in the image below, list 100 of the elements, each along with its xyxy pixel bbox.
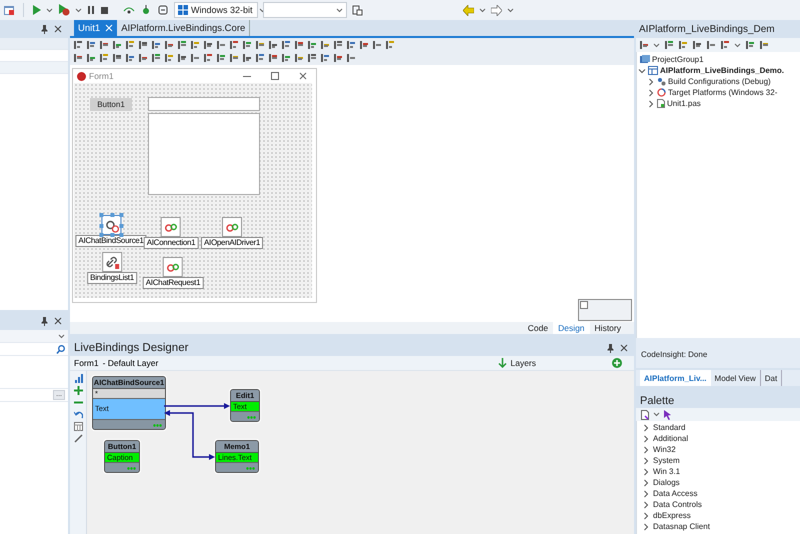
expand-chevron-icon[interactable] bbox=[642, 500, 650, 508]
view-tab[interactable]: Design bbox=[553, 322, 590, 334]
memo-field[interactable] bbox=[148, 113, 260, 195]
panel-tab[interactable]: Dat bbox=[760, 370, 782, 386]
tree-item[interactable]: ProjectGroup1 bbox=[637, 54, 800, 65]
edit-field[interactable] bbox=[148, 97, 260, 111]
caret-icon[interactable] bbox=[46, 8, 53, 12]
component-icon[interactable] bbox=[101, 215, 121, 235]
alignment-icon[interactable] bbox=[255, 40, 265, 50]
step-over-icon[interactable] bbox=[123, 5, 135, 15]
panel-tab[interactable]: AIPlatform_Liv... bbox=[640, 370, 711, 386]
tool-icon[interactable] bbox=[138, 53, 148, 63]
run-icon[interactable] bbox=[32, 5, 41, 15]
tool-icon[interactable] bbox=[177, 53, 187, 63]
search-icon[interactable] bbox=[56, 344, 65, 354]
form-button[interactable]: Button1 bbox=[90, 98, 132, 111]
alignment-icon[interactable] bbox=[190, 40, 200, 50]
alignment-icon[interactable] bbox=[216, 40, 226, 50]
pin-icon[interactable] bbox=[607, 344, 614, 352]
alignment-icon[interactable] bbox=[138, 40, 148, 50]
editor-tab[interactable]: AIPlatform.LiveBindings.Core bbox=[117, 20, 250, 36]
palette-category[interactable]: Datasnap Client bbox=[642, 521, 800, 532]
new-item-icon[interactable] bbox=[640, 410, 650, 420]
tool-icon[interactable] bbox=[99, 53, 109, 63]
expand-chevron-icon[interactable] bbox=[642, 434, 650, 442]
tool-icon[interactable] bbox=[229, 53, 239, 63]
alignment-icon[interactable] bbox=[151, 40, 161, 50]
tool-icon[interactable] bbox=[255, 53, 265, 63]
caret-icon[interactable] bbox=[336, 8, 343, 12]
pause-icon[interactable] bbox=[87, 5, 95, 15]
tool-icon[interactable] bbox=[346, 53, 356, 63]
tool-icon[interactable] bbox=[164, 53, 174, 63]
project-tool-icon[interactable] bbox=[706, 40, 716, 50]
tool-icon[interactable] bbox=[294, 53, 304, 63]
alignment-icon[interactable] bbox=[372, 40, 382, 50]
alignment-icon[interactable] bbox=[242, 40, 252, 50]
expand-chevron-icon[interactable] bbox=[642, 478, 650, 486]
run-with-debug-icon[interactable] bbox=[58, 4, 70, 16]
tool-icon[interactable] bbox=[268, 53, 278, 63]
palette-category[interactable]: Standard bbox=[642, 422, 800, 433]
palette-category[interactable]: Dialogs bbox=[642, 477, 800, 488]
caret-icon[interactable] bbox=[653, 412, 660, 417]
palette-category[interactable]: System bbox=[642, 455, 800, 466]
alignment-icon[interactable] bbox=[385, 40, 395, 50]
expand-chevron-icon[interactable] bbox=[642, 446, 650, 454]
palette-category[interactable]: Data Access bbox=[642, 488, 800, 499]
add-circle-icon[interactable] bbox=[612, 358, 622, 368]
tool-icon[interactable] bbox=[242, 53, 252, 63]
right-arrow-icon[interactable] bbox=[491, 4, 502, 16]
project-tool-icon[interactable] bbox=[759, 40, 769, 50]
view-tab[interactable]: Code bbox=[522, 322, 554, 334]
tool-icon[interactable] bbox=[151, 53, 161, 63]
close-icon[interactable] bbox=[54, 25, 62, 33]
caret-icon[interactable] bbox=[58, 334, 65, 338]
tree-item[interactable]: Unit1.pas bbox=[637, 98, 800, 109]
alignment-icon[interactable] bbox=[99, 40, 109, 50]
alignment-icon[interactable] bbox=[307, 40, 317, 50]
run-to-cursor-icon[interactable] bbox=[157, 5, 169, 15]
search-field[interactable] bbox=[0, 343, 68, 356]
stop-icon[interactable] bbox=[100, 6, 109, 14]
tool-icon[interactable] bbox=[125, 53, 135, 63]
caret-icon[interactable] bbox=[734, 42, 741, 48]
pointer-icon[interactable] bbox=[663, 410, 672, 420]
caret-icon[interactable] bbox=[75, 8, 82, 12]
tool-icon[interactable] bbox=[73, 53, 83, 63]
project-options-icon[interactable] bbox=[3, 4, 15, 16]
add-icon[interactable] bbox=[74, 386, 82, 395]
layers-button[interactable]: Layers bbox=[498, 358, 536, 368]
expand-chevron-icon[interactable] bbox=[642, 522, 650, 530]
pen-icon[interactable] bbox=[74, 434, 82, 443]
undo-icon[interactable] bbox=[74, 410, 82, 419]
project-tool-icon[interactable] bbox=[692, 40, 702, 50]
palette-category[interactable]: dbExpress bbox=[642, 510, 800, 521]
device-icon[interactable] bbox=[352, 4, 363, 16]
project-tool-icon[interactable] bbox=[664, 40, 674, 50]
caret-icon[interactable] bbox=[479, 8, 486, 12]
close-icon[interactable] bbox=[299, 72, 307, 80]
alignment-icon[interactable] bbox=[112, 40, 122, 50]
expand-chevron-icon[interactable] bbox=[647, 88, 655, 96]
expand-chevron-icon[interactable] bbox=[642, 490, 650, 498]
down-arrow-icon[interactable] bbox=[498, 358, 508, 368]
component-icon[interactable] bbox=[102, 252, 122, 272]
tool-icon[interactable] bbox=[190, 53, 200, 63]
tree-item[interactable]: Build Configurations (Debug) bbox=[637, 76, 800, 87]
arrange-icon[interactable] bbox=[74, 374, 82, 383]
tree-item[interactable]: AIPlatform_LiveBindings_Demo. bbox=[637, 65, 800, 76]
tiles-icon[interactable] bbox=[178, 5, 188, 15]
panel-tab[interactable]: Model View bbox=[710, 370, 761, 386]
palette-category[interactable]: Win32 bbox=[642, 444, 800, 455]
alignment-icon[interactable] bbox=[320, 40, 330, 50]
pin-icon[interactable] bbox=[41, 316, 48, 326]
step-into-icon[interactable] bbox=[140, 5, 152, 15]
tool-icon[interactable] bbox=[86, 53, 96, 63]
project-tool-icon[interactable] bbox=[720, 40, 730, 50]
close-icon[interactable] bbox=[620, 344, 628, 352]
expand-chevron-icon[interactable] bbox=[642, 424, 650, 432]
alignment-icon[interactable] bbox=[73, 40, 83, 50]
editor-tab[interactable]: Unit1 bbox=[74, 20, 118, 36]
alignment-icon[interactable] bbox=[125, 40, 135, 50]
project-tool-icon[interactable] bbox=[639, 40, 649, 50]
